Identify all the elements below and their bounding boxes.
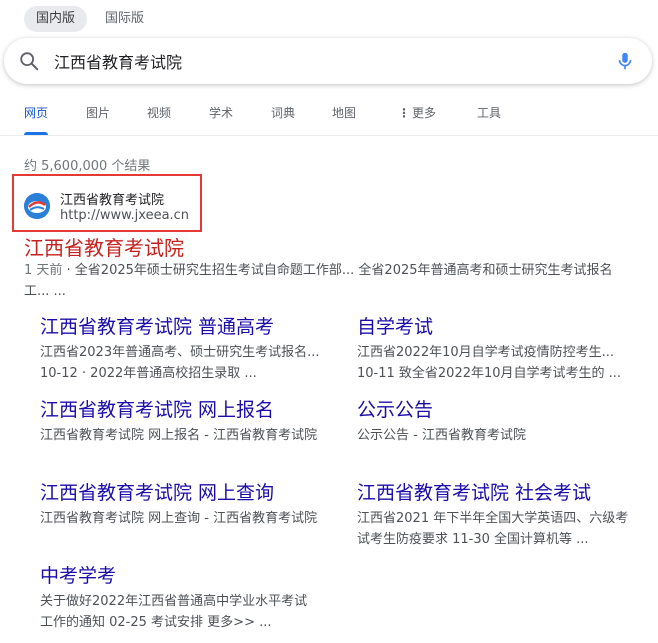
result-stats: 约 5,600,000 个结果 bbox=[24, 159, 151, 174]
tab-more[interactable]: ⋮ 更多 bbox=[398, 104, 436, 130]
region-domestic[interactable]: 国内版 bbox=[24, 6, 88, 32]
site-name: 江西省教育考试院 bbox=[60, 193, 165, 208]
tab-academic[interactable]: 学术 bbox=[209, 104, 233, 130]
sitelink-desc: 关于做好2022年江西省普通高中学业水平考试 工作的通知 02-25 考试安排 … bbox=[40, 594, 308, 630]
tab-dictionary[interactable]: 词典 bbox=[271, 104, 295, 130]
sitelink-desc: 公示公告 - 江西省教育考试院 bbox=[357, 428, 526, 443]
sitelink-title[interactable]: 江西省教育考试院 网上报名 bbox=[40, 397, 330, 423]
sitelink-desc: 江西省2022年10月自学考试疫情防控考生... 10-11 致全省2022年1… bbox=[357, 345, 622, 381]
site-url[interactable]: http://www.jxeea.cn bbox=[60, 208, 189, 223]
search-bar bbox=[4, 38, 652, 84]
sitelink-title[interactable]: 公示公告 bbox=[357, 397, 647, 423]
sitelink-title[interactable]: 江西省教育考试院 网上查询 bbox=[40, 480, 330, 506]
tab-maps[interactable]: 地图 bbox=[332, 104, 356, 130]
search-tabs: 网页 图片 视频 学术 词典 地图 ⋮ 更多 工具 bbox=[0, 104, 658, 135]
sitelink-title[interactable]: 自学考试 bbox=[357, 314, 647, 340]
region-toggle: 国内版 国际版 bbox=[24, 6, 156, 32]
result-title-link[interactable]: 江西省教育考试院 bbox=[24, 232, 184, 261]
sitelink-title[interactable]: 江西省教育考试院 普通高考 bbox=[40, 314, 330, 340]
sitelink-desc: 江西省2023年普通高考、硕士研究生考试报名... 10-12 · 2022年普… bbox=[40, 345, 320, 381]
tab-images[interactable]: 图片 bbox=[86, 104, 110, 130]
sitelink: 江西省教育考试院 网上查询 江西省教育考试院 网上查询 - 江西省教育考试院 bbox=[40, 480, 330, 529]
tab-videos[interactable]: 视频 bbox=[147, 104, 171, 130]
region-international[interactable]: 国际版 bbox=[93, 6, 156, 32]
sitelink-title[interactable]: 江西省教育考试院 社会考试 bbox=[357, 480, 647, 506]
search-icon[interactable] bbox=[18, 50, 40, 72]
tab-more-label: 更多 bbox=[412, 106, 437, 120]
sitelink: 江西省教育考试院 网上报名 江西省教育考试院 网上报名 - 江西省教育考试院 bbox=[40, 397, 330, 446]
site-logo-icon[interactable] bbox=[24, 193, 50, 219]
microphone-icon[interactable] bbox=[614, 50, 636, 72]
sitelink: 公示公告 公示公告 - 江西省教育考试院 bbox=[357, 397, 647, 446]
sitelink: 江西省教育考试院 社会考试 江西省2021 年下半年全国大学英语四、六级考试考生… bbox=[357, 480, 647, 550]
result-date: 1 天前 bbox=[24, 263, 63, 278]
sitelink: 江西省教育考试院 普通高考 江西省2023年普通高考、硕士研究生考试报名... … bbox=[40, 314, 330, 384]
result-snippet-text: · 全省2025年硕士研究生招生考试自命题工作部... 全省2025年普通高考和… bbox=[24, 263, 613, 299]
tabs-divider bbox=[0, 135, 658, 136]
search-input[interactable] bbox=[54, 46, 614, 76]
more-vert-icon: ⋮ bbox=[398, 106, 410, 120]
sitelink: 自学考试 江西省2022年10月自学考试疫情防控考生... 10-11 致全省2… bbox=[357, 314, 647, 384]
tab-tools[interactable]: 工具 bbox=[477, 104, 501, 130]
sitelink: 中考学考 关于做好2022年江西省普通高中学业水平考试 工作的通知 02-25 … bbox=[40, 563, 330, 633]
sitelink-desc: 江西省教育考试院 网上报名 - 江西省教育考试院 bbox=[40, 428, 318, 443]
sitelink-desc: 江西省2021 年下半年全国大学英语四、六级考试考生防疫要求 11-30 全国计… bbox=[357, 511, 629, 547]
sitelink-title[interactable]: 中考学考 bbox=[40, 563, 330, 589]
sitelink-desc: 江西省教育考试院 网上查询 - 江西省教育考试院 bbox=[40, 511, 318, 526]
tab-web[interactable]: 网页 bbox=[24, 104, 49, 135]
result-snippet: 1 天前 · 全省2025年硕士研究生招生考试自命题工作部... 全省2025年… bbox=[24, 260, 634, 302]
